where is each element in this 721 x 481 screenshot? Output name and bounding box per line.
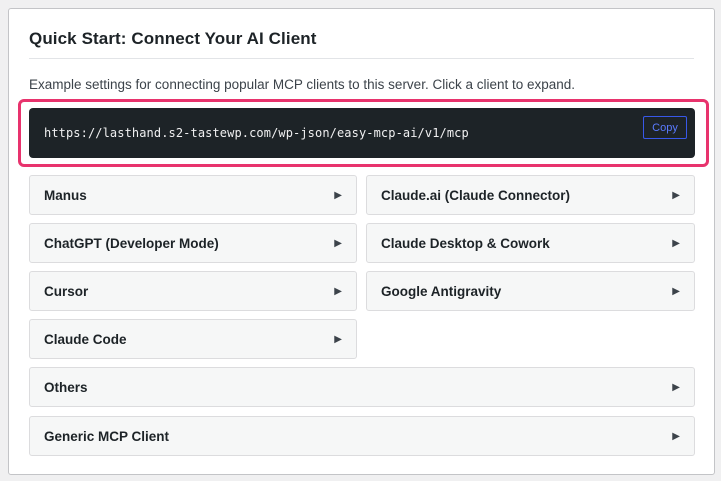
client-label: Claude Code [44,331,127,347]
panel-title: Quick Start: Connect Your AI Client [29,29,317,48]
client-claude-ai[interactable]: Claude.ai (Claude Connector) ▶ [366,175,695,215]
client-label: ChatGPT (Developer Mode) [44,235,219,251]
triangle-right-icon: ▶ [334,189,342,201]
highlight-outline [18,99,709,167]
triangle-right-icon: ▶ [672,285,680,297]
triangle-right-icon: ▶ [672,430,680,442]
triangle-right-icon: ▶ [672,381,680,393]
client-label: Claude Desktop & Cowork [381,235,550,251]
triangle-right-icon: ▶ [334,285,342,297]
client-google-antigravity[interactable]: Google Antigravity ▶ [366,271,695,311]
triangle-right-icon: ▶ [334,237,342,249]
client-claude-code[interactable]: Claude Code ▶ [29,319,357,359]
triangle-right-icon: ▶ [334,333,342,345]
quick-start-panel: Quick Start: Connect Your AI Client Exam… [8,8,715,475]
client-cursor[interactable]: Cursor ▶ [29,271,357,311]
triangle-right-icon: ▶ [672,189,680,201]
client-label: Google Antigravity [381,283,502,299]
client-others[interactable]: Others ▶ [29,367,695,407]
client-chatgpt[interactable]: ChatGPT (Developer Mode) ▶ [29,223,357,263]
client-label: Others [44,379,88,395]
panel-description: Example settings for connecting popular … [29,77,576,92]
client-claude-desktop[interactable]: Claude Desktop & Cowork ▶ [366,223,695,263]
triangle-right-icon: ▶ [672,237,680,249]
client-manus[interactable]: Manus ▶ [29,175,357,215]
client-label: Manus [44,187,87,203]
client-label: Generic MCP Client [44,428,170,444]
title-divider [29,58,694,59]
client-label: Claude.ai (Claude Connector) [381,187,571,203]
client-label: Cursor [44,283,89,299]
client-generic-mcp[interactable]: Generic MCP Client ▶ [29,416,695,456]
